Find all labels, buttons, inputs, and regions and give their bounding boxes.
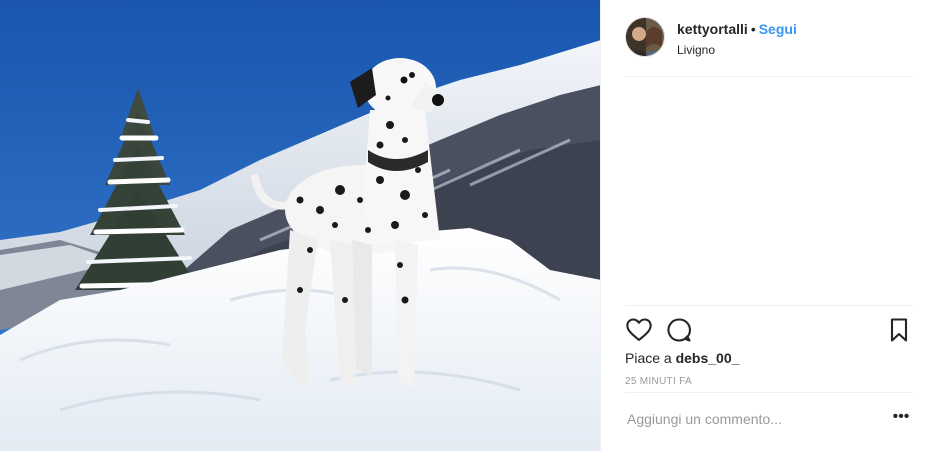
post-header: kettyortalli • Segui Livigno <box>625 17 913 77</box>
username-link[interactable]: kettyortalli <box>677 21 748 37</box>
comment-box: ••• <box>625 403 913 439</box>
likes-text: Piace a debs_00_ <box>625 350 739 366</box>
follow-button[interactable]: Segui <box>759 21 797 37</box>
save-button[interactable] <box>885 316 913 344</box>
dalmatian-snow-image <box>0 0 600 451</box>
separator-dot: • <box>750 21 756 37</box>
avatar-image <box>626 18 664 56</box>
avatar[interactable] <box>625 17 665 57</box>
post-timestamp[interactable]: 25 MINUTI FA <box>625 376 692 387</box>
bookmark-icon <box>890 318 908 342</box>
post-actions: Piace a debs_00_ 25 MINUTI FA <box>625 305 913 393</box>
post-photo[interactable] <box>0 0 601 451</box>
comment-input[interactable] <box>627 411 877 427</box>
liker-link[interactable]: debs_00_ <box>676 350 740 366</box>
heart-icon <box>626 318 652 341</box>
like-button[interactable] <box>625 316 653 344</box>
user-line: kettyortalli • Segui <box>677 21 797 37</box>
more-options-icon[interactable]: ••• <box>889 409 913 431</box>
instagram-post: kettyortalli • Segui Livigno Piace a deb… <box>0 0 937 451</box>
likes-prefix: Piace a <box>625 350 676 366</box>
post-side-panel: kettyortalli • Segui Livigno Piace a deb… <box>601 0 937 451</box>
comment-button[interactable] <box>665 316 693 344</box>
comment-bubble-icon <box>667 318 691 342</box>
location-link[interactable]: Livigno <box>677 43 715 57</box>
